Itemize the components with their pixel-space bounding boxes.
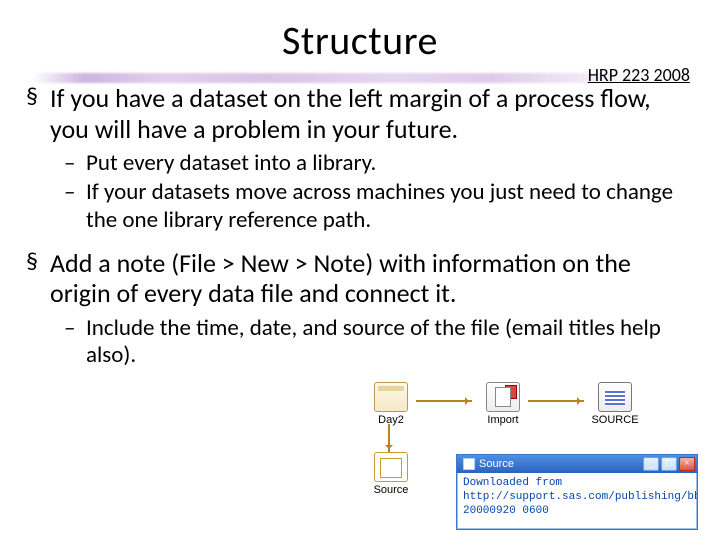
note-window-title: Source [479, 458, 514, 470]
bullet-list: If you have a dataset on the left margin… [26, 83, 694, 369]
close-button[interactable]: × [679, 457, 695, 471]
note-window-body: Downloaded from http://support.sas.com/p… [457, 473, 697, 522]
maximize-button[interactable]: □ [661, 457, 677, 471]
sub-bullet-text: Include the time, date, and source of th… [86, 314, 661, 369]
bullet-item: Add a note (File > New > Note) with info… [26, 248, 694, 370]
note-body-line: Downloaded from [463, 477, 691, 491]
sub-bullet-item: Include the time, date, and source of th… [64, 315, 694, 369]
output-table-node: SOURCE [586, 382, 644, 426]
node-label: Import [474, 414, 532, 426]
sub-bullet-text: Put every dataset into a library. [86, 149, 376, 177]
code-run-icon [486, 382, 520, 412]
sub-bullet-text: If your datasets move across machines yo… [86, 178, 673, 233]
sub-bullet-list: Put every dataset into a library. If you… [64, 150, 694, 233]
slide-title: Structure [24, 16, 696, 65]
bullet-item: If you have a dataset on the left margin… [26, 83, 694, 234]
process-flow-canvas: Day2 Import SOURCE Source [358, 382, 698, 460]
sub-bullet-list: Include the time, date, and source of th… [64, 315, 694, 369]
slide: Structure HRP 223 2008 If you have a dat… [0, 0, 720, 540]
dataset-node: Day2 [362, 382, 420, 426]
note-node: Source [362, 452, 420, 496]
note-window-titlebar: Source _ □ × [457, 455, 697, 473]
note-icon [374, 452, 408, 482]
node-label: Source [362, 484, 420, 496]
dataset-icon [374, 382, 408, 412]
note-window: Source _ □ × Downloaded from http://supp… [456, 454, 698, 530]
minimize-button[interactable]: _ [643, 457, 659, 471]
flow-arrow [528, 400, 584, 402]
bullet-text: If you have a dataset on the left margin… [50, 82, 651, 145]
flow-arrow-down [388, 424, 390, 452]
sub-bullet-item: If your datasets move across machines yo… [64, 179, 694, 233]
window-icon [463, 458, 475, 470]
import-task-node: Import [474, 382, 532, 426]
note-body-line: http://support.sas.com/publishing/bbu/61… [463, 491, 691, 505]
table-grid-icon [598, 382, 632, 412]
bullet-text: Add a note (File > New > Note) with info… [50, 247, 631, 310]
process-flow-graphic: Day2 Import SOURCE Source Source [358, 382, 698, 532]
flow-arrow [416, 400, 472, 402]
node-label: SOURCE [586, 414, 644, 426]
sub-bullet-item: Put every dataset into a library. [64, 150, 694, 177]
node-label: Day2 [362, 414, 420, 426]
note-body-line: 20000920 0600 [463, 505, 691, 519]
